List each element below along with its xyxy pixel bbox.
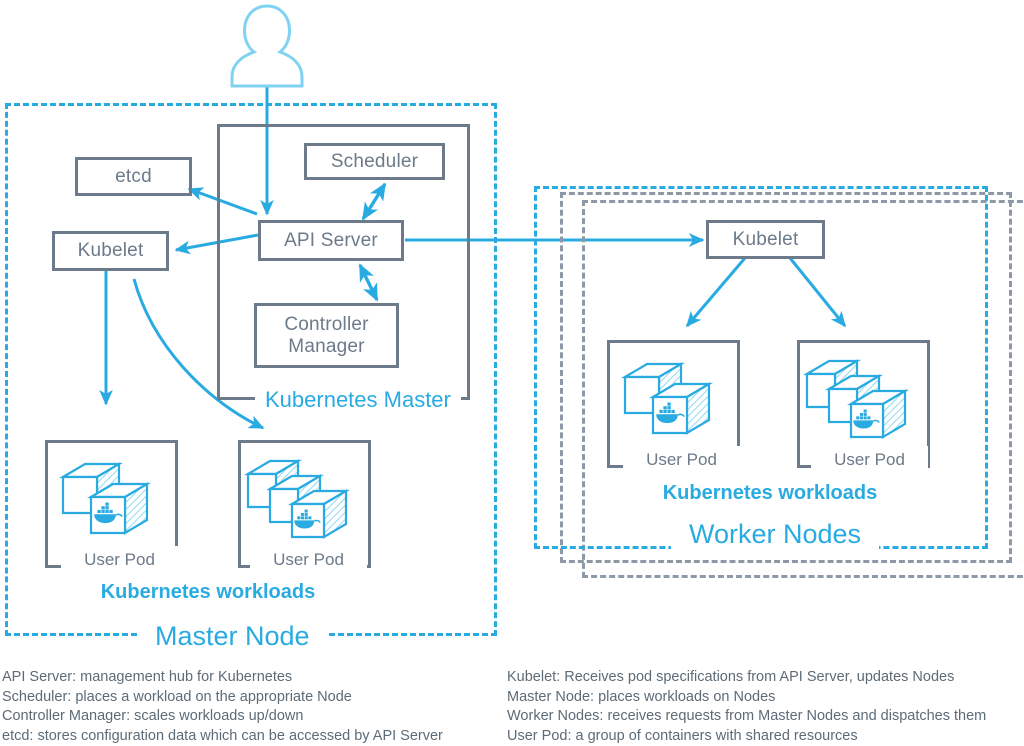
legend-left-item: API Server: management hub for Kubernete… xyxy=(2,669,293,685)
diagram-canvas: etcd Kubelet API Server Scheduler Contro… xyxy=(0,0,1024,746)
worker-workloads-label: Kubernetes workloads xyxy=(662,482,878,505)
worker-nodes-title: Worker Nodes xyxy=(671,514,880,554)
legend-left-item: Controller Manager: scales workloads up/… xyxy=(2,708,304,725)
legend-right: Kubelet: Receives pod specifications fro… xyxy=(507,668,986,746)
worker-workloads-label-text: Kubernetes workloads xyxy=(662,482,878,504)
worker-pod-2-icon-layer xyxy=(802,359,910,439)
legend-left-item: etcd: stores configuration data which ca… xyxy=(2,727,443,744)
worker-nodes-title-text: Worker Nodes xyxy=(689,518,862,549)
legend-right-item: Master Node: places workloads on Nodes xyxy=(507,688,776,705)
worker-pod-2-label: User Pod xyxy=(811,446,928,473)
legend-right-item: Kubelet: Receives pod specifications fro… xyxy=(507,669,955,685)
legend-left: API Server: management hub for Kubernete… xyxy=(2,668,443,746)
legend-right-item: User Pod: a group of containers with sha… xyxy=(507,727,858,744)
legend-left-item: Scheduler: places a workload on the appr… xyxy=(2,688,352,705)
legend-right-item: Worker Nodes: receives requests from Mas… xyxy=(507,708,987,725)
worker-pod-2-label-text: User Pod xyxy=(834,449,905,469)
pod-containers-icon xyxy=(802,359,910,439)
